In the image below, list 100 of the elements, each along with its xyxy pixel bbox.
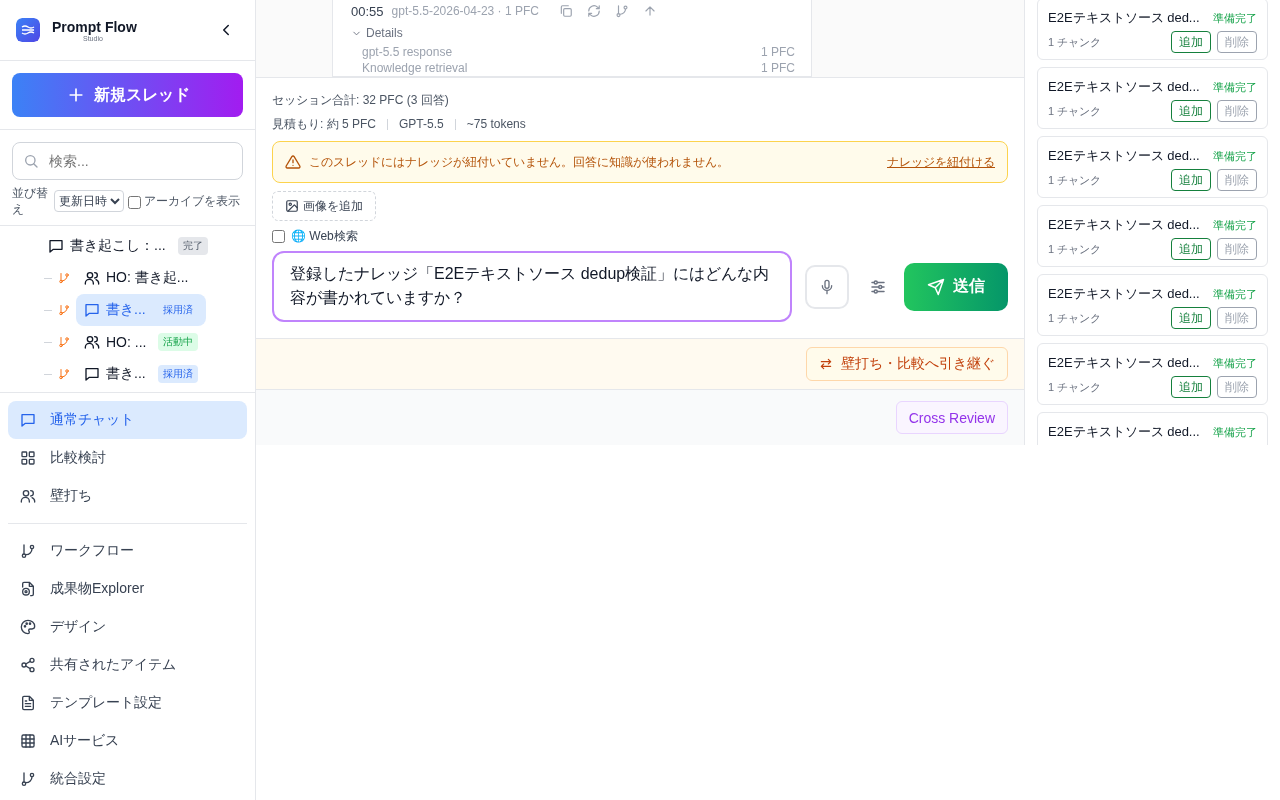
- status-label: 準備完了: [1213, 10, 1257, 26]
- nav-item[interactable]: テンプレート設定: [8, 684, 247, 722]
- copy-icon[interactable]: [558, 4, 573, 18]
- status-label: 準備完了: [1213, 286, 1257, 302]
- branch-icon: [20, 543, 36, 559]
- settings-button[interactable]: [869, 277, 887, 296]
- branch-icon: [20, 771, 36, 787]
- cross-review-button[interactable]: Cross Review: [895, 401, 1008, 434]
- sliders-icon: [869, 277, 887, 296]
- archive-checkbox[interactable]: [128, 196, 141, 209]
- chunk-count: 1 チャンク: [1048, 172, 1103, 188]
- detail-label: Knowledge retrieval: [362, 61, 468, 75]
- thread-item[interactable]: 書き... 採用済: [76, 294, 206, 326]
- refresh-icon[interactable]: [586, 4, 601, 18]
- chunk-count: 1 チャンク: [1048, 103, 1103, 119]
- chunk-count: 1 チャンク: [1048, 241, 1103, 257]
- branch-icon[interactable]: [614, 4, 629, 18]
- thread-item[interactable]: 書き起こし：... 完了: [40, 230, 216, 262]
- prompt-field[interactable]: 登録したナレッジ「E2Eテキストソース dedup検証」にはどんな内容が書かれていますか？: [272, 251, 792, 322]
- thread-item[interactable]: HO: ... 活動中: [76, 326, 207, 358]
- send-button[interactable]: 送信: [904, 262, 1008, 311]
- sort-label: 並び替え: [12, 185, 49, 217]
- archive-label: アーカイブを表示: [144, 193, 240, 209]
- warning-icon: [285, 154, 301, 170]
- branch-icon: [58, 304, 70, 316]
- people-icon: [20, 488, 36, 504]
- detail-cost: 1 PFC: [761, 45, 795, 59]
- search-field[interactable]: 検索...: [12, 142, 243, 180]
- new-thread-button[interactable]: 新規スレッド: [12, 73, 243, 117]
- detail-cost: 1 PFC: [761, 61, 795, 75]
- nav-item[interactable]: 共有されたアイテム: [8, 646, 247, 684]
- people-icon: [84, 334, 100, 350]
- app-title: Prompt Flow: [52, 18, 137, 35]
- grid-icon: [20, 450, 36, 466]
- message-meta: gpt-5.5-2026-04-23 · 1 PFC: [391, 4, 539, 18]
- thread-item[interactable]: 書き... 採用済: [76, 358, 206, 390]
- chat-icon: [20, 412, 36, 428]
- chunk-count: 1 チャンク: [1048, 379, 1103, 395]
- message-time: 00:55: [351, 3, 384, 19]
- logo-icon: [16, 18, 40, 42]
- add-button[interactable]: 追加: [1171, 169, 1211, 191]
- nav-item[interactable]: 通常チャット: [8, 401, 247, 439]
- document-icon: [20, 695, 36, 711]
- branch-icon: [58, 272, 70, 284]
- add-button[interactable]: 追加: [1171, 31, 1211, 53]
- nav-item[interactable]: 成果物Explorer: [8, 570, 247, 608]
- sort-dropdown[interactable]: 更新日時: [54, 190, 124, 212]
- status-label: 活動中: [158, 333, 199, 351]
- status-label: 採用済: [157, 365, 198, 383]
- handoff-button[interactable]: 壁打ち・比較へ引き継ぐ: [806, 347, 1008, 381]
- nav-item[interactable]: 統合設定: [8, 760, 247, 798]
- knowledge-title: E2Eテキストソース ded...: [1048, 354, 1200, 372]
- chat-icon: [84, 302, 100, 318]
- nav-item[interactable]: ワークフロー: [8, 532, 247, 570]
- status-label: 完了: [177, 237, 208, 255]
- branch-icon: [58, 336, 70, 348]
- session-total: セッション合計: 32 PFC (3 回答): [272, 91, 449, 109]
- table-icon: [20, 733, 36, 749]
- microphone-button[interactable]: [805, 264, 849, 309]
- web-search-checkbox[interactable]: [272, 230, 285, 243]
- status-label: 準備完了: [1213, 424, 1257, 440]
- add-button[interactable]: 追加: [1171, 238, 1211, 260]
- add-image-button[interactable]: 画像を追加: [272, 191, 376, 221]
- branch-icon: [58, 368, 70, 380]
- image-add-icon: [285, 199, 299, 213]
- nav-item[interactable]: AIサービス: [8, 722, 247, 760]
- palette-icon: [20, 619, 36, 635]
- status-label: 準備完了: [1213, 79, 1257, 95]
- warning-text: このスレッドにはナレッジが紐付いていません。回答に知識が使われません。: [309, 153, 730, 171]
- chunk-count: 1 チャンク: [1048, 310, 1103, 326]
- knowledge-title: E2Eテキストソース ded...: [1048, 216, 1200, 234]
- swap-icon: [819, 357, 833, 371]
- add-button[interactable]: 追加: [1171, 100, 1211, 122]
- estimate-text: GPT-5.5: [399, 117, 444, 131]
- nav-item[interactable]: 壁打ち: [8, 477, 247, 515]
- knowledge-title: E2Eテキストソース ded...: [1048, 423, 1200, 441]
- estimate-text: 見積もり: 約 5 PFC: [272, 115, 376, 133]
- chat-icon: [84, 366, 100, 382]
- nav-item[interactable]: デザイン: [8, 608, 247, 646]
- status-label: 準備完了: [1213, 148, 1257, 164]
- knowledge-title: E2Eテキストソース ded...: [1048, 285, 1200, 303]
- send-icon: [927, 277, 945, 296]
- share-icon: [20, 657, 36, 673]
- add-button[interactable]: 追加: [1171, 376, 1211, 398]
- knowledge-title: E2Eテキストソース ded...: [1048, 147, 1200, 165]
- detail-label: gpt-5.5 response: [362, 45, 453, 59]
- people-icon: [84, 270, 100, 286]
- estimate-text: ~75 tokens: [466, 117, 526, 131]
- add-button[interactable]: 追加: [1171, 307, 1211, 329]
- chunk-count: 1 チャンク: [1048, 34, 1103, 50]
- chat-icon: [48, 238, 64, 254]
- thread-item[interactable]: HO: 書き起...: [76, 262, 197, 294]
- arrow-up-icon[interactable]: [642, 4, 657, 18]
- knowledge-title: E2Eテキストソース ded...: [1048, 9, 1200, 27]
- link-knowledge-link[interactable]: ナレッジを紐付ける: [887, 153, 995, 171]
- details-toggle[interactable]: Details: [351, 22, 795, 44]
- nav-item[interactable]: 比較検討: [8, 439, 247, 477]
- file-gear-icon: [20, 581, 36, 597]
- status-label: 準備完了: [1213, 355, 1257, 371]
- status-label: 準備完了: [1213, 217, 1257, 233]
